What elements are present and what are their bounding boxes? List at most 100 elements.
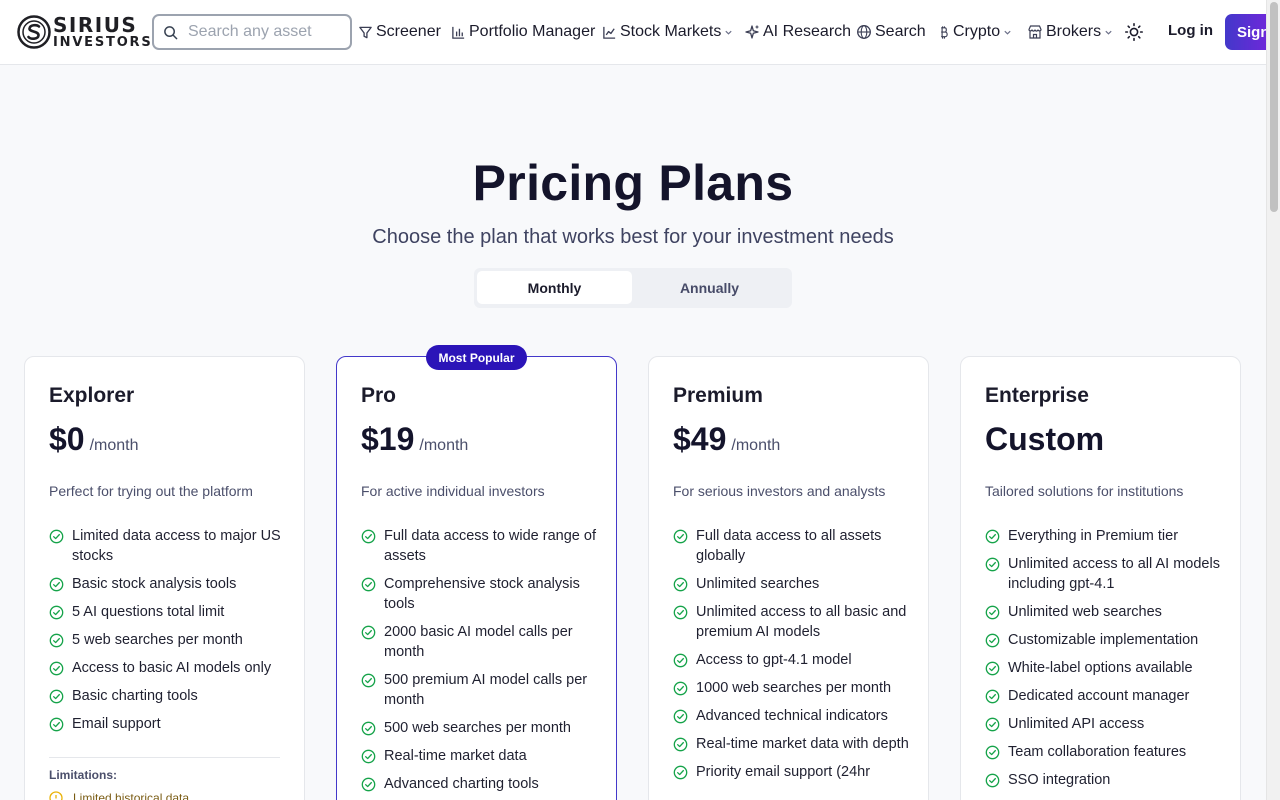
nav-stock-markets[interactable]: Stock Markets (602, 22, 733, 42)
plan-description: For serious investors and analysts (673, 483, 886, 499)
feature-text: Basic charting tools (72, 688, 198, 704)
feature-item: Full data access to wide range of assets (361, 526, 601, 566)
nav-crypto[interactable]: Crypto (937, 22, 1012, 42)
bar-chart-icon (452, 26, 465, 39)
chevron-down-icon (1105, 30, 1112, 35)
nav-brokers[interactable]: Brokers (1027, 22, 1113, 42)
plan-card-premium: Premium $49 /month For serious investors… (648, 356, 929, 800)
feature-text: Advanced charting tools (384, 776, 539, 792)
feature-text: White-label options available (1008, 660, 1193, 676)
most-popular-badge: Most Popular (426, 345, 527, 370)
globe-icon (857, 25, 871, 39)
check-circle-icon (49, 689, 64, 704)
feature-text: Email support (72, 716, 161, 732)
plan-price-row: Custom (985, 421, 1104, 458)
feature-text: 500 premium AI model calls per month (384, 672, 588, 708)
nav-screener[interactable]: Screener (358, 22, 441, 42)
plan-period: /month (89, 437, 139, 454)
brand-wordmark: SIRIUS INVESTORS (53, 15, 153, 49)
feature-text: Customizable implementation (1008, 632, 1199, 648)
feature-item: Unlimited API access (985, 714, 1225, 734)
check-circle-icon (49, 529, 64, 544)
feature-text: 1000 web searches per month (696, 680, 892, 696)
limitation-item: Limited historical data (49, 791, 280, 800)
check-circle-icon (985, 633, 1000, 648)
feature-item: Unlimited access to all basic and premiu… (673, 602, 913, 642)
plan-description: For active individual investors (361, 483, 545, 499)
check-circle-icon (985, 745, 1000, 760)
plan-name: Enterprise (985, 384, 1089, 407)
sirius-logo-icon (17, 15, 51, 49)
monthly-toggle-button[interactable]: Monthly (477, 271, 632, 304)
feature-item: 5 web searches per month (49, 630, 289, 650)
scrollbar-thumb[interactable] (1270, 2, 1278, 212)
nav-portfolio-manager[interactable]: Portfolio Manager (451, 22, 595, 42)
feature-text: 5 web searches per month (72, 632, 243, 648)
feature-text: Full data access to wide range of assets (384, 528, 596, 564)
nav-search[interactable]: Search (856, 22, 926, 42)
search-icon (164, 25, 178, 39)
top-navbar: SIRIUS INVESTORS Screener Portfolio Mana… (0, 0, 1266, 65)
asset-search[interactable] (152, 14, 352, 50)
check-circle-icon (361, 529, 376, 544)
feature-item: Full data access to all assets globally (673, 526, 913, 566)
feature-item: Advanced technical indicators (673, 706, 913, 726)
feature-text: 2000 basic AI model calls per month (384, 624, 573, 660)
check-circle-icon (361, 625, 376, 640)
search-input[interactable] (188, 23, 348, 41)
feature-item: Access to gpt-4.1 model (673, 650, 913, 670)
feature-list: Full data access to wide range of assets… (361, 526, 601, 800)
plan-price: $49 (673, 421, 727, 457)
feature-text: Priority email support (24hr (696, 764, 871, 780)
brand-logo[interactable]: SIRIUS INVESTORS (17, 14, 151, 50)
nav-ai-research[interactable]: AI Research (744, 22, 851, 42)
check-circle-icon (673, 709, 688, 724)
feature-text: Access to gpt-4.1 model (696, 652, 852, 668)
plan-price-row: $0 /month (49, 421, 139, 458)
feature-item: 2000 basic AI model calls per month (361, 622, 601, 662)
feature-text: SSO integration (1008, 772, 1111, 788)
feature-text: Real-time market data with depth (696, 736, 909, 752)
feature-text: Limited data access to major US stocks (72, 528, 281, 564)
feature-list: Everything in Premium tier Unlimited acce… (985, 526, 1225, 798)
check-circle-icon (673, 529, 688, 544)
feature-item: Email support (49, 714, 289, 734)
plan-price: $19 (361, 421, 415, 457)
feature-item: Unlimited searches (673, 574, 913, 594)
feature-item: Limited data access to major US stocks (49, 526, 289, 566)
check-circle-icon (985, 661, 1000, 676)
page-scrollbar[interactable] (1266, 0, 1280, 800)
check-circle-icon (361, 777, 376, 792)
check-circle-icon (361, 749, 376, 764)
nav-label: Screener (376, 23, 441, 40)
feature-item: Dedicated account manager (985, 686, 1225, 706)
feature-item: Unlimited web searches (985, 602, 1225, 622)
plan-period: /month (731, 437, 781, 454)
feature-text: Unlimited API access (1008, 716, 1145, 732)
feature-item: 500 web searches per month (361, 718, 601, 738)
plan-price: $0 (49, 421, 85, 457)
feature-text: Comprehensive stock analysis tools (384, 576, 580, 612)
check-circle-icon (673, 765, 688, 780)
check-circle-icon (673, 653, 688, 668)
feature-item: Real-time market data with depth (673, 734, 913, 754)
check-circle-icon (361, 721, 376, 736)
theme-toggle-button[interactable] (1124, 22, 1144, 42)
chevron-down-icon (1004, 30, 1011, 35)
plan-price-row: $49 /month (673, 421, 780, 458)
plan-card-enterprise: Enterprise Custom Tailored solutions for… (960, 356, 1241, 800)
page-title: Pricing Plans (472, 155, 794, 211)
check-circle-icon (673, 605, 688, 620)
check-circle-icon (985, 557, 1000, 572)
feature-item: Basic charting tools (49, 686, 289, 706)
limitations-section: Limitations: Limited historical data (49, 757, 280, 800)
login-link[interactable]: Log in (1168, 22, 1213, 39)
feature-list: Full data access to all assets globally U… (673, 526, 913, 790)
nav-label: Stock Markets (620, 23, 722, 40)
annually-toggle-button[interactable]: Annually (632, 271, 787, 304)
feature-item: Real-time market data (361, 746, 601, 766)
check-circle-icon (49, 577, 64, 592)
billing-period-toggle: Monthly Annually (474, 268, 792, 308)
feature-item: Priority email support (24hr (673, 762, 913, 782)
nav-label: Portfolio Manager (469, 23, 596, 40)
